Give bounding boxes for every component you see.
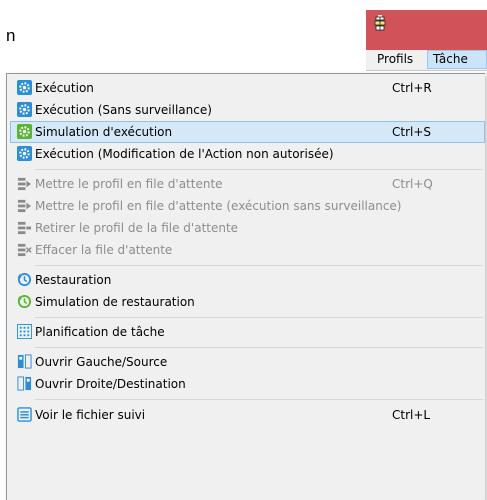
menu-item-execution[interactable]: Exécution Ctrl+R (10, 77, 485, 99)
log-file-icon (17, 407, 32, 422)
gear-icon (17, 80, 32, 95)
menu-item-label: Planification de tâche (35, 325, 165, 339)
restore-green-icon (17, 294, 32, 309)
queue-add-icon (17, 199, 32, 213)
menu-separator (35, 317, 483, 318)
menubar-item-profils[interactable]: Profils (372, 50, 428, 69)
window-titlebar (366, 10, 487, 50)
menu-item-simulation-execution[interactable]: Simulation d'exécution Ctrl+S (10, 121, 485, 143)
menu-item-effacer-la-file: Effacer la file d'attente (10, 239, 485, 261)
menu-separator (35, 347, 483, 348)
menu-item-execution-modification[interactable]: Exécution (Modification de l'Action non … (10, 143, 485, 165)
app-icon (374, 15, 386, 31)
menu-item-simulation-restauration[interactable]: Simulation de restauration (10, 291, 485, 313)
menu-item-label: Mettre le profil en file d'attente (exéc… (35, 199, 402, 213)
queue-add-icon (17, 177, 32, 191)
menu-item-ouvrir-droite[interactable]: Ouvrir Droite/Destination (10, 373, 485, 395)
menu-item-label: Exécution (Modification de l'Action non … (35, 147, 334, 161)
gear-green-icon (17, 124, 32, 139)
menu-item-label: Effacer la file d'attente (35, 243, 173, 257)
menu-item-label: Ouvrir Gauche/Source (35, 355, 168, 369)
open-left-icon (17, 354, 32, 369)
menu-item-label: Exécution (Sans surveillance) (35, 103, 212, 117)
menu-separator (35, 169, 483, 170)
menu-item-execution-sans-surveillance[interactable]: Exécution (Sans surveillance) (10, 99, 485, 121)
menu-item-label: Exécution (35, 81, 94, 95)
menu-item-label: Retirer le profil de la file d'attente (35, 221, 239, 235)
menubar-item-tache[interactable]: Tâche (427, 50, 487, 69)
schedule-grid-icon (17, 324, 32, 339)
menu-item-shortcut: Ctrl+Q (392, 177, 433, 191)
menu-item-restauration[interactable]: Restauration (10, 269, 485, 291)
menu-item-mettre-en-file: Mettre le profil en file d'attente Ctrl+… (10, 173, 485, 195)
background-text-fragment: n (6, 26, 16, 45)
menu-item-shortcut: Ctrl+R (392, 81, 432, 95)
menu-separator (35, 399, 483, 400)
tache-dropdown-menu: Exécution Ctrl+R Exécution (Sans surveil… (6, 73, 485, 500)
menu-item-label: Mettre le profil en file d'attente (35, 177, 223, 191)
menu-item-label: Simulation de restauration (35, 295, 195, 309)
menu-item-label: Ouvrir Droite/Destination (35, 377, 186, 391)
menu-item-label: Restauration (35, 273, 112, 287)
menu-item-shortcut: Ctrl+L (392, 408, 431, 422)
menu-item-label: Simulation d'exécution (35, 125, 173, 139)
menu-item-voir-fichier-suivi[interactable]: Voir le fichier suivi Ctrl+L (10, 404, 485, 426)
menu-item-label: Voir le fichier suivi (35, 408, 146, 422)
menu-separator (35, 265, 483, 266)
menu-item-planification[interactable]: Planification de tâche (10, 321, 485, 343)
gear-icon (17, 102, 32, 117)
menubar: Profils Tâche (366, 50, 487, 71)
queue-clear-icon (17, 243, 32, 257)
gear-icon (17, 146, 32, 161)
menu-item-ouvrir-gauche[interactable]: Ouvrir Gauche/Source (10, 351, 485, 373)
queue-remove-icon (17, 221, 32, 235)
menu-item-shortcut: Ctrl+S (392, 125, 432, 139)
menu-item-retirer-de-la-file: Retirer le profil de la file d'attente (10, 217, 485, 239)
restore-icon (17, 272, 32, 287)
menu-item-mettre-en-file-sans-surveillance: Mettre le profil en file d'attente (exéc… (10, 195, 485, 217)
open-right-icon (17, 376, 32, 391)
